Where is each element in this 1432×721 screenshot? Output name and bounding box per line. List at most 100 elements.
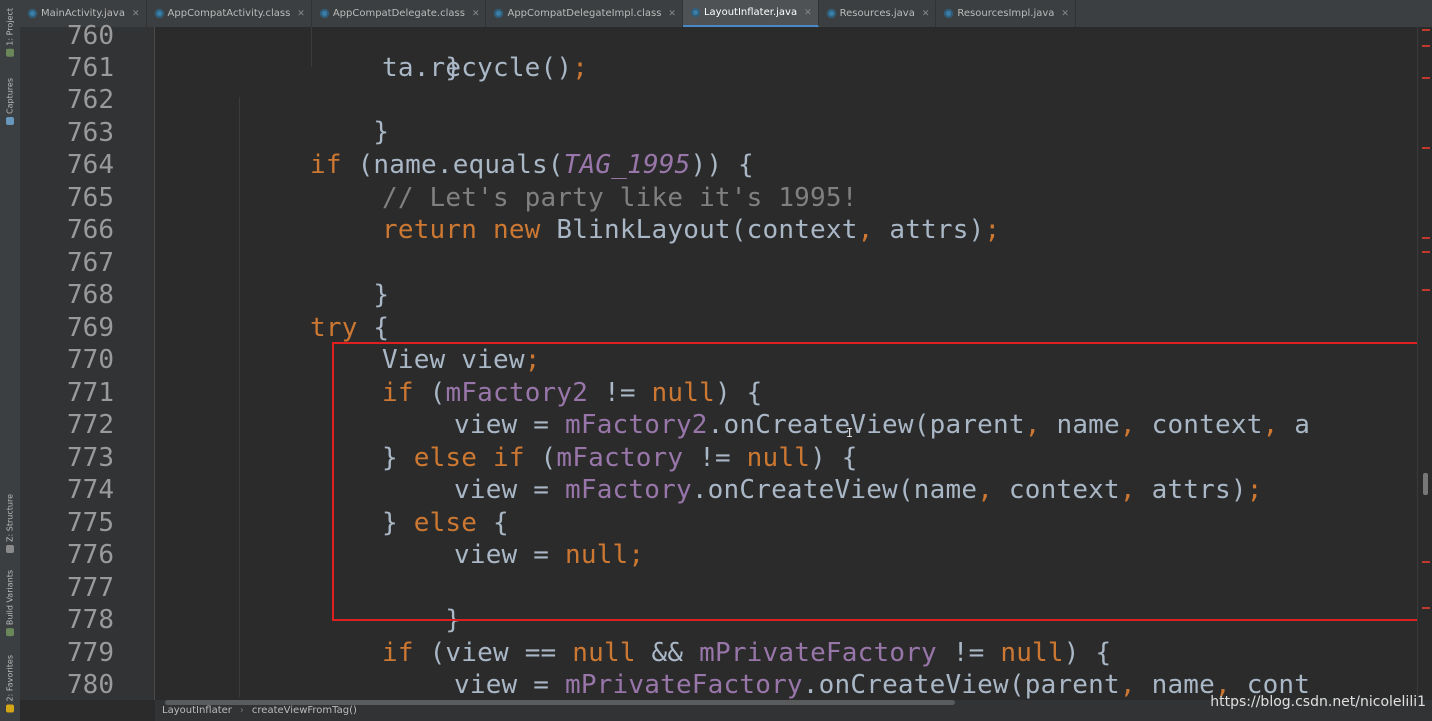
tab-label: AppCompatActivity.class <box>167 8 291 19</box>
line-number: 765 <box>67 183 114 213</box>
line-number: 767 <box>67 248 114 278</box>
close-icon[interactable]: ✕ <box>804 8 812 18</box>
code-token: .onCreateView(name <box>691 475 978 505</box>
error-marker[interactable] <box>1422 607 1430 609</box>
line-number: 770 <box>67 345 114 375</box>
error-marker[interactable] <box>1422 289 1430 291</box>
code-token: , <box>1024 410 1041 440</box>
line-number: 762 <box>67 85 114 115</box>
code-token: null <box>564 540 629 570</box>
horizontal-scroll-thumb[interactable] <box>165 700 955 705</box>
favorites-tool-button[interactable]: 2: Favorites <box>2 655 18 713</box>
captures-tool-label: Captures <box>5 78 15 114</box>
code-comment: // Let's party like it's 1995! <box>382 183 858 213</box>
code-token: mFactory2 <box>445 378 589 408</box>
tab-layoutinflater[interactable]: LayoutInflater.java ✕ <box>682 0 819 27</box>
breadcrumb-class[interactable]: LayoutInflater <box>162 705 232 716</box>
close-icon[interactable]: ✕ <box>1061 9 1069 19</box>
code-line-780: view = mPrivateFactory.onCreateView(pare… <box>454 669 1310 700</box>
code-token: attrs) <box>1135 475 1247 505</box>
code-line-769: try { <box>310 312 389 344</box>
error-stripe-scrollbar[interactable] <box>1417 27 1432 700</box>
code-token: , <box>1119 410 1136 440</box>
code-line-767: } <box>310 247 389 310</box>
code-token: != <box>588 378 652 408</box>
code-token: if <box>382 638 414 668</box>
project-tool-label: 1: Project <box>5 8 15 46</box>
line-number: 763 <box>67 118 114 148</box>
structure-icon <box>6 544 14 553</box>
tool-window-strip: 1: Project Captures Z: Structure Build V… <box>0 0 21 721</box>
code-token: context <box>1135 410 1263 440</box>
close-icon[interactable]: ✕ <box>132 9 140 19</box>
code-token: if <box>382 378 414 408</box>
close-icon[interactable]: ✕ <box>297 9 305 19</box>
tab-label: Resources.java <box>839 8 915 19</box>
code-token: try <box>310 313 358 343</box>
error-marker[interactable] <box>1422 561 1430 563</box>
code-line-760: } <box>382 27 461 83</box>
java-class-icon <box>944 9 954 18</box>
code-token: null <box>1000 638 1064 668</box>
code-token: attrs) <box>873 215 985 245</box>
tab-label: LayoutInflater.java <box>703 7 798 18</box>
tab-resources[interactable]: Resources.java ✕ <box>819 0 937 27</box>
breadcrumb-method[interactable]: createViewFromTag() <box>252 705 357 716</box>
java-class-icon <box>28 9 37 18</box>
error-marker[interactable] <box>1422 77 1430 79</box>
structure-tool-button[interactable]: Z: Structure <box>2 494 18 553</box>
line-number: 771 <box>67 378 114 408</box>
code-token: } <box>382 508 414 538</box>
tab-label: MainActivity.java <box>41 8 125 19</box>
watermark-text: https://blog.csdn.net/nicolelili1 <box>1210 694 1426 710</box>
project-tool-button[interactable]: 1: Project <box>2 8 18 57</box>
code-token: if <box>310 150 342 180</box>
code-token: { <box>357 313 390 343</box>
error-marker[interactable] <box>1422 45 1430 47</box>
vertical-scroll-thumb[interactable] <box>1423 473 1428 495</box>
line-number: 774 <box>67 475 114 505</box>
code-editor[interactable]: } ta.recycle(); } if (name.equals(TAG_19… <box>155 27 1417 700</box>
java-class-icon <box>826 9 836 18</box>
line-number-gutter[interactable]: 760 761 762 763 764 765 766 767 768 769 … <box>20 21 155 700</box>
close-icon[interactable]: ✕ <box>922 9 930 19</box>
line-number: 780 <box>67 670 114 700</box>
editor-tab-bar: MainActivity.java ✕ AppCompatActivity.cl… <box>20 0 1432 28</box>
java-class-icon <box>494 9 504 18</box>
structure-tool-label: Z: Structure <box>5 494 15 542</box>
code-token: ta.recycle() <box>382 53 573 83</box>
error-marker[interactable] <box>1422 147 1430 149</box>
tab-resourcesimpl[interactable]: ResourcesImpl.java ✕ <box>936 0 1076 27</box>
error-marker[interactable] <box>1422 237 1430 239</box>
code-token: ( <box>524 443 557 473</box>
tab-label: ResourcesImpl.java <box>957 8 1055 19</box>
tab-appcompatdelegate[interactable]: AppCompatDelegate.class ✕ <box>312 0 487 27</box>
line-number: 775 <box>67 508 114 538</box>
close-icon[interactable]: ✕ <box>472 9 480 19</box>
code-token: } <box>382 443 414 473</box>
error-marker[interactable] <box>1422 251 1430 253</box>
tab-appcompatdelegateimpl[interactable]: AppCompatDelegateImpl.class ✕ <box>486 0 683 27</box>
code-line-777: } <box>382 572 461 635</box>
line-number: 778 <box>67 605 114 635</box>
code-line-765: // Let's party like it's 1995! <box>382 182 858 214</box>
code-token: a <box>1278 410 1311 440</box>
tab-appcompatactivity[interactable]: AppCompatActivity.class ✕ <box>147 0 312 27</box>
code-token: .onCreateView(parent <box>802 670 1120 700</box>
captures-tool-button[interactable]: Captures <box>2 78 18 125</box>
code-token: name <box>1135 670 1216 700</box>
code-token: )) { <box>690 150 754 180</box>
code-token: ; <box>1246 475 1263 505</box>
code-token: ; <box>524 345 541 375</box>
code-token: view = <box>454 475 565 505</box>
code-token: mFactory2 <box>564 410 708 440</box>
line-number: 766 <box>67 215 114 245</box>
code-token: , <box>1119 670 1136 700</box>
line-number: 761 <box>67 53 114 83</box>
line-number: 777 <box>67 573 114 603</box>
code-token: mPrivateFactory <box>564 670 803 700</box>
error-marker[interactable] <box>1422 29 1430 31</box>
close-icon[interactable]: ✕ <box>668 9 676 19</box>
build-variants-tool-button[interactable]: Build Variants <box>2 570 18 637</box>
tab-label: AppCompatDelegateImpl.class <box>507 8 662 19</box>
